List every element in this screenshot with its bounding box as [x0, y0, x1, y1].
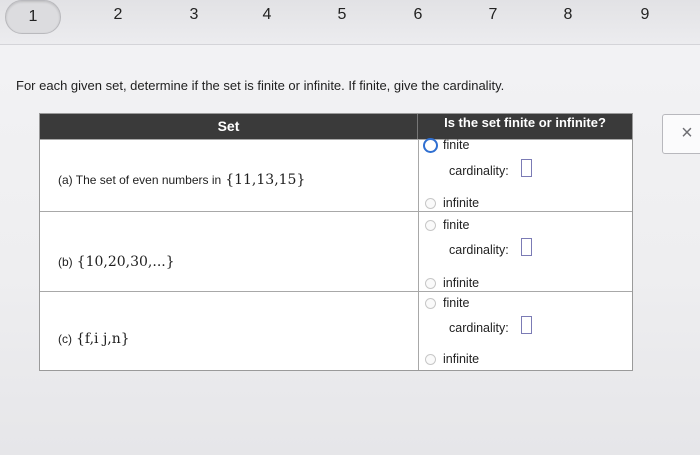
cardinality-field-a: cardinality:: [449, 159, 532, 178]
instruction-text: For each given set, determine if the set…: [16, 78, 505, 93]
table-row-a: (a) The set of even numbers in {11,13,15}: [40, 139, 632, 211]
radio-icon[interactable]: [425, 298, 436, 309]
table-row-c: (c) {f,i j,n}: [40, 291, 632, 370]
radio-icon[interactable]: [425, 198, 436, 209]
column-header-choice: Is the set finite or infinite?: [418, 114, 632, 139]
column-divider: [418, 212, 419, 291]
question-1-button[interactable]: 1: [5, 0, 61, 34]
radio-icon[interactable]: [425, 220, 436, 231]
question-9-button[interactable]: 9: [627, 2, 663, 28]
set-label-b: (b) {10,20,30,...}: [58, 254, 175, 270]
close-icon: ×: [681, 122, 693, 144]
cardinality-field-c: cardinality:: [449, 316, 532, 335]
column-divider: [418, 292, 419, 370]
column-divider: [418, 140, 419, 211]
cardinality-field-b: cardinality:: [449, 238, 532, 257]
cardinality-input-a[interactable]: [521, 159, 532, 177]
set-label-a: (a) The set of even numbers in {11,13,15}: [58, 172, 306, 188]
set-math-a: {11,13,15}: [225, 172, 306, 188]
question-8-button[interactable]: 8: [550, 2, 586, 28]
radio-selected-icon[interactable]: [423, 138, 438, 153]
question-3-button[interactable]: 3: [176, 2, 212, 28]
radio-icon[interactable]: [425, 278, 436, 289]
radio-icon[interactable]: [425, 354, 436, 365]
answer-table: Set Is the set finite or infinite? (a) T…: [39, 113, 633, 371]
set-label-c: (c) {f,i j,n}: [58, 331, 130, 347]
question-7-button[interactable]: 7: [475, 2, 511, 28]
question-4-button[interactable]: 4: [249, 2, 285, 28]
close-button[interactable]: ×: [662, 114, 700, 154]
question-6-button[interactable]: 6: [400, 2, 436, 28]
question-navigation: 1 2 3 4 5 6 7 8 9: [0, 0, 700, 45]
table-row-b: (b) {10,20,30,...}: [40, 211, 632, 291]
set-math-c: {f,i j,n}: [76, 331, 130, 347]
cardinality-input-b[interactable]: [521, 238, 532, 256]
cardinality-input-c[interactable]: [521, 316, 532, 334]
column-header-set: Set: [40, 114, 418, 139]
set-math-b: {10,20,30,...}: [76, 254, 175, 270]
question-2-button[interactable]: 2: [100, 2, 136, 28]
question-5-button[interactable]: 5: [324, 2, 360, 28]
